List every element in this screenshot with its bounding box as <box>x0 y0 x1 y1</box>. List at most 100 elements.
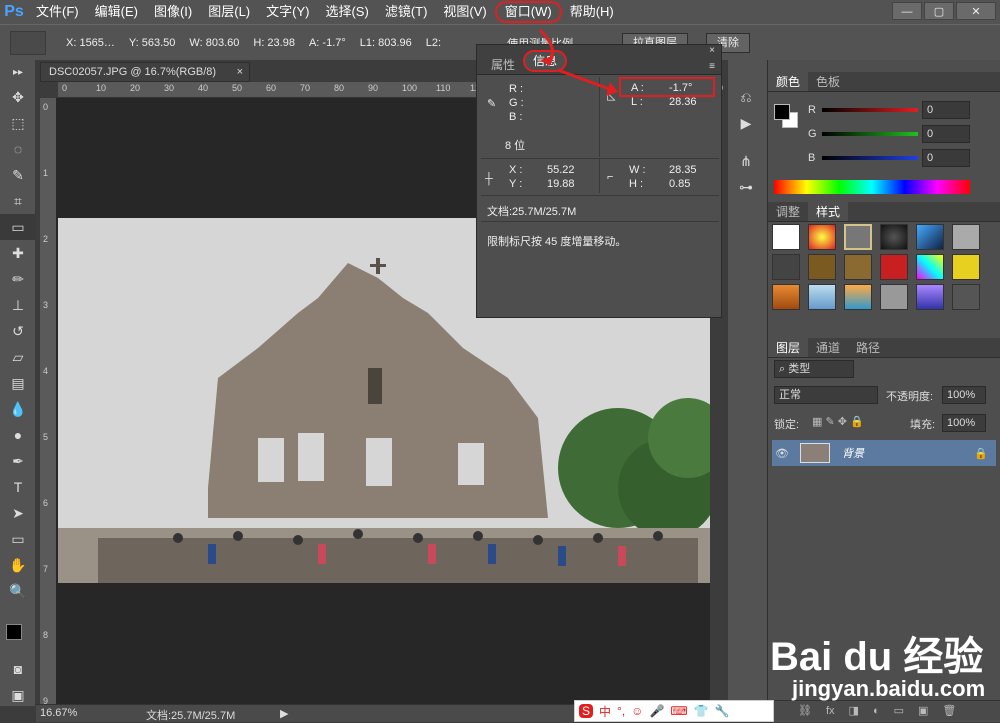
style-swatch[interactable] <box>772 284 800 310</box>
menu-select[interactable]: 选择(S) <box>317 0 376 24</box>
tab-channels[interactable]: 通道 <box>808 338 848 357</box>
ruler-tool-icon[interactable]: ▭ <box>0 214 36 240</box>
style-swatch[interactable] <box>808 254 836 280</box>
settings-icon[interactable]: 🔧 <box>715 704 730 718</box>
lasso-tool-icon[interactable]: ◌ <box>0 136 36 162</box>
visibility-eye-icon[interactable]: 👁 <box>772 447 792 460</box>
eraser-tool-icon[interactable]: ▱ <box>0 344 36 370</box>
opacity-input[interactable]: 100% <box>942 386 986 404</box>
menu-edit[interactable]: 编辑(E) <box>87 0 146 24</box>
emoji-icon[interactable]: ☺ <box>631 704 643 718</box>
fx-icon[interactable]: fx <box>826 705 835 717</box>
trash-icon[interactable]: 🗑 <box>942 704 956 717</box>
green-track[interactable] <box>822 132 918 136</box>
style-swatch[interactable] <box>808 224 836 250</box>
close-tab-icon[interactable]: × <box>237 63 243 81</box>
red-track[interactable] <box>822 108 918 112</box>
style-swatch[interactable] <box>844 284 872 310</box>
mask-icon[interactable]: ◨ <box>849 704 859 717</box>
menu-type[interactable]: 文字(Y) <box>258 0 317 24</box>
move-tool-icon[interactable]: ✥ <box>0 84 36 110</box>
layer-filter-select[interactable]: ⌕ 类型 <box>774 360 854 378</box>
hand-tool-icon[interactable]: ✋ <box>0 552 36 578</box>
minimize-button[interactable]: — <box>892 2 922 20</box>
healing-brush-icon[interactable]: ✚ <box>0 240 36 266</box>
menu-file[interactable]: 文件(F) <box>28 0 87 24</box>
blur-tool-icon[interactable]: 💧 <box>0 396 36 422</box>
quick-mask-icon[interactable]: ◙ <box>0 656 36 682</box>
folder-icon[interactable]: ▭ <box>894 704 904 717</box>
fg-color-chip[interactable] <box>774 104 790 120</box>
zoom-tool-icon[interactable]: 🔍 <box>0 578 36 604</box>
brush-panel-icon[interactable]: ⋔ <box>728 148 764 174</box>
red-value[interactable]: 0 <box>922 101 970 119</box>
ime-mode[interactable]: 中 <box>599 703 611 720</box>
pen-tool-icon[interactable]: ✒ <box>0 448 36 474</box>
tab-styles[interactable]: 样式 <box>808 202 849 221</box>
style-swatch[interactable] <box>844 254 872 280</box>
menu-image[interactable]: 图像(I) <box>146 0 200 24</box>
style-swatch[interactable] <box>844 224 872 250</box>
adjustment-icon[interactable]: ◐ <box>873 705 880 717</box>
dodge-tool-icon[interactable]: ● <box>0 422 36 448</box>
green-slider-row[interactable]: G 0 <box>808 124 998 144</box>
style-swatch[interactable] <box>880 254 908 280</box>
menu-layer[interactable]: 图层(L) <box>200 0 258 24</box>
skin-icon[interactable]: 👕 <box>694 704 709 718</box>
blue-value[interactable]: 0 <box>922 149 970 167</box>
color-spectrum[interactable] <box>774 180 970 194</box>
crop-tool-icon[interactable]: ⌗ <box>0 188 36 214</box>
lock-icons[interactable]: ▦ ✎ ✥ 🔒 <box>812 415 864 428</box>
shape-tool-icon[interactable]: ▭ <box>0 526 36 552</box>
actions-panel-icon[interactable]: ▶ <box>728 110 764 136</box>
quick-select-tool-icon[interactable]: ✎ <box>0 162 36 188</box>
style-swatch[interactable] <box>952 284 980 310</box>
blue-track[interactable] <box>822 156 918 160</box>
brush-tool-icon[interactable]: ✏ <box>0 266 36 292</box>
punctuation-icon[interactable]: °, <box>617 704 625 718</box>
history-brush-icon[interactable]: ↺ <box>0 318 36 344</box>
path-select-tool-icon[interactable]: ➤ <box>0 500 36 526</box>
type-tool-icon[interactable]: T <box>0 474 36 500</box>
style-swatch[interactable] <box>808 284 836 310</box>
tab-adjustments[interactable]: 调整 <box>768 202 808 221</box>
panel-menu-icon[interactable]: ≡ <box>709 61 715 72</box>
screen-mode-icon[interactable]: ▣ <box>0 682 36 708</box>
tab-swatches[interactable]: 色板 <box>808 72 848 91</box>
status-arrow-icon[interactable]: ▶ <box>280 707 288 720</box>
new-layer-icon[interactable]: ▣ <box>918 704 928 717</box>
ruler-tool-preset[interactable] <box>10 30 46 55</box>
green-value[interactable]: 0 <box>922 125 970 143</box>
tab-paths[interactable]: 路径 <box>848 338 888 357</box>
style-swatch[interactable] <box>772 254 800 280</box>
tab-color[interactable]: 颜色 <box>768 72 809 91</box>
sogou-ime-icon[interactable]: S <box>579 704 594 718</box>
style-swatch[interactable] <box>952 224 980 250</box>
stamp-tool-icon[interactable]: ⊥ <box>0 292 36 318</box>
style-swatch[interactable] <box>916 284 944 310</box>
gradient-tool-icon[interactable]: ▤ <box>0 370 36 396</box>
keyboard-icon[interactable]: ⌨ <box>670 704 687 718</box>
style-none[interactable] <box>772 224 800 250</box>
style-swatch[interactable] <box>880 224 908 250</box>
zoom-level[interactable]: 16.67% <box>40 707 77 719</box>
tab-layers[interactable]: 图层 <box>768 338 809 357</box>
style-swatch[interactable] <box>952 254 980 280</box>
tool-presets-icon[interactable]: ⊶ <box>728 174 764 200</box>
layer-row-background[interactable]: 👁 背景 🔒 <box>772 440 996 466</box>
fill-input[interactable]: 100% <box>942 414 986 432</box>
close-button[interactable]: ✕ <box>956 2 996 20</box>
red-slider-row[interactable]: R 0 <box>808 100 998 120</box>
style-swatch[interactable] <box>880 284 908 310</box>
panel-close-icon[interactable]: × <box>709 45 715 56</box>
blue-slider-row[interactable]: B 0 <box>808 148 998 168</box>
style-swatch[interactable] <box>916 254 944 280</box>
style-swatch[interactable] <box>916 224 944 250</box>
mic-icon[interactable]: 🎤 <box>649 704 664 718</box>
link-icon[interactable]: ⛓ <box>798 704 812 717</box>
marquee-tool-icon[interactable]: ⬚ <box>0 110 36 136</box>
collapse-icon[interactable]: ▸▸ <box>0 60 36 84</box>
blend-mode-select[interactable]: 正常 <box>774 386 878 404</box>
menu-filter[interactable]: 滤镜(T) <box>377 0 436 24</box>
history-panel-icon[interactable]: ⎌ <box>728 84 764 110</box>
